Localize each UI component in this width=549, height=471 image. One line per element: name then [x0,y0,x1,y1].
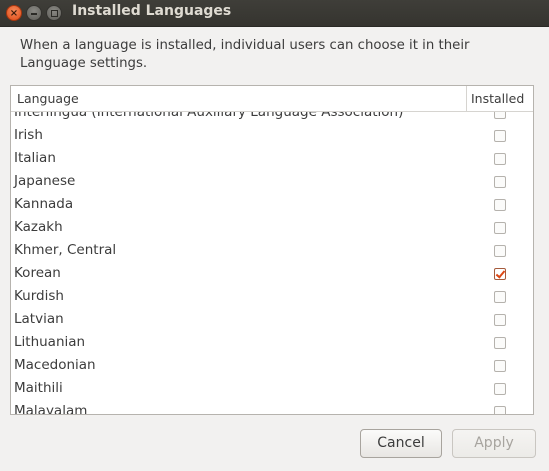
installed-checkbox[interactable] [494,383,506,395]
language-label: Japanese [14,173,76,189]
language-label: Latvian [14,311,64,327]
list-item[interactable]: Korean [11,263,533,286]
installed-checkbox[interactable] [494,268,506,280]
installed-checkbox[interactable] [494,153,506,165]
installed-checkbox[interactable] [494,337,506,349]
list-rows-inner: Interlingua (International Auxiliary Lan… [11,112,533,414]
cancel-button[interactable]: Cancel [360,429,442,458]
installed-checkbox[interactable] [494,406,506,414]
installed-checkbox[interactable] [494,291,506,303]
installed-checkbox[interactable] [494,222,506,234]
minimize-icon[interactable] [26,5,42,21]
language-list[interactable]: Language Installed Interlingua (Internat… [10,85,534,415]
language-label: Macedonian [14,357,96,373]
list-item[interactable]: Khmer, Central [11,240,533,263]
installed-checkbox[interactable] [494,176,506,188]
description-text: When a language is installed, individual… [20,38,470,71]
apply-button[interactable]: Apply [452,429,536,458]
installed-checkbox[interactable] [494,314,506,326]
list-item[interactable]: Latvian [11,309,533,332]
language-label: Korean [14,265,61,281]
maximize-icon[interactable] [46,5,62,21]
installed-checkbox[interactable] [494,130,506,142]
language-label: Khmer, Central [14,242,117,258]
list-item[interactable]: Lithuanian [11,332,533,355]
window-title: Installed Languages [72,3,232,19]
language-label: Kannada [14,196,74,212]
column-header-language[interactable]: Language [17,91,79,106]
language-label: Malayalam [14,403,88,414]
close-icon[interactable]: × [6,5,22,21]
list-item[interactable]: Irish [11,125,533,148]
installed-checkbox[interactable] [494,245,506,257]
title-bar: × Installed Languages [0,0,549,27]
language-label: Italian [14,150,56,166]
language-label: Maithili [14,380,63,396]
list-item[interactable]: Malayalam [11,401,533,414]
list-rows: Interlingua (International Auxiliary Lan… [11,112,533,414]
list-item[interactable]: Kazakh [11,217,533,240]
column-separator [466,86,467,111]
language-label: Kurdish [14,288,64,304]
language-label: Interlingua (International Auxiliary Lan… [14,112,404,120]
installed-checkbox[interactable] [494,199,506,211]
list-item[interactable]: Maithili [11,378,533,401]
list-item[interactable]: Kannada [11,194,533,217]
list-item[interactable]: Kurdish [11,286,533,309]
list-item[interactable]: Macedonian [11,355,533,378]
column-header-installed[interactable]: Installed [471,91,524,106]
installed-checkbox[interactable] [494,112,506,119]
list-item[interactable]: Interlingua (International Auxiliary Lan… [11,112,533,125]
language-label: Irish [14,127,43,143]
list-item[interactable]: Italian [11,148,533,171]
language-label: Lithuanian [14,334,86,350]
installed-checkbox[interactable] [494,360,506,372]
list-header: Language Installed [11,86,533,112]
list-item[interactable]: Japanese [11,171,533,194]
language-label: Kazakh [14,219,63,235]
